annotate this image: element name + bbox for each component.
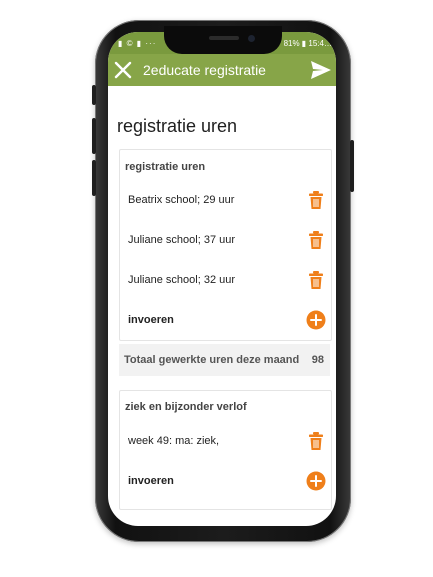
phone-power-button (350, 140, 354, 192)
add-hours-label: invoeren (128, 314, 174, 326)
app-bar: 2educate registratie (108, 54, 336, 86)
list-item[interactable]: Beatrix school; 29 uur (128, 190, 328, 212)
entry-label: Juliane school; 37 uur (128, 234, 236, 246)
page-title: registratie uren (117, 116, 238, 136)
entry-label: week 49: ma: ziek, (128, 435, 220, 447)
front-camera (248, 35, 255, 42)
total-hours-value: 98 (311, 354, 324, 366)
entry-label: Beatrix school; 29 uur (128, 194, 235, 206)
phone-notch (164, 26, 282, 54)
trash-icon[interactable] (306, 270, 326, 290)
phone-screen: ▮ © ▮ ··· 81% ▮ 15:4… 2educate registrat… (108, 32, 336, 526)
trash-icon[interactable] (306, 190, 326, 210)
phone-volume-up (92, 118, 96, 154)
phone-volume-down (92, 160, 96, 196)
total-hours-row: Totaal gewerkte uren deze maand 98 (119, 344, 330, 376)
status-icons: ▮ © ▮ ··· (118, 39, 157, 48)
add-entry-row[interactable]: invoeren (128, 471, 328, 493)
list-item[interactable]: Juliane school; 32 uur (128, 270, 328, 292)
speaker-grille (209, 36, 239, 40)
hours-card-header: registratie uren (125, 161, 206, 173)
total-hours-label: Totaal gewerkte uren deze maand (124, 354, 300, 366)
send-icon[interactable] (310, 60, 332, 80)
add-circle-icon[interactable] (306, 471, 326, 491)
add-circle-icon[interactable] (306, 310, 326, 330)
trash-icon[interactable] (306, 230, 326, 250)
list-item[interactable]: Juliane school; 37 uur (128, 230, 328, 252)
phone-side-button (92, 85, 96, 105)
entry-label: Juliane school; 32 uur (128, 274, 236, 286)
trash-icon[interactable] (306, 431, 326, 451)
leave-card-header: ziek en bijzonder verlof (125, 401, 247, 413)
list-item[interactable]: week 49: ma: ziek, (128, 431, 328, 453)
leave-card: ziek en bijzonder verlof week 49: ma: zi… (119, 390, 332, 510)
status-battery-time: 81% ▮ 15:4… (283, 39, 332, 48)
close-icon[interactable] (114, 61, 132, 79)
add-entry-row[interactable]: invoeren (128, 310, 328, 332)
hours-card: registratie uren Beatrix school; 29 uur … (119, 149, 332, 341)
add-leave-label: invoeren (128, 475, 174, 487)
app-title: 2educate registratie (143, 62, 266, 78)
